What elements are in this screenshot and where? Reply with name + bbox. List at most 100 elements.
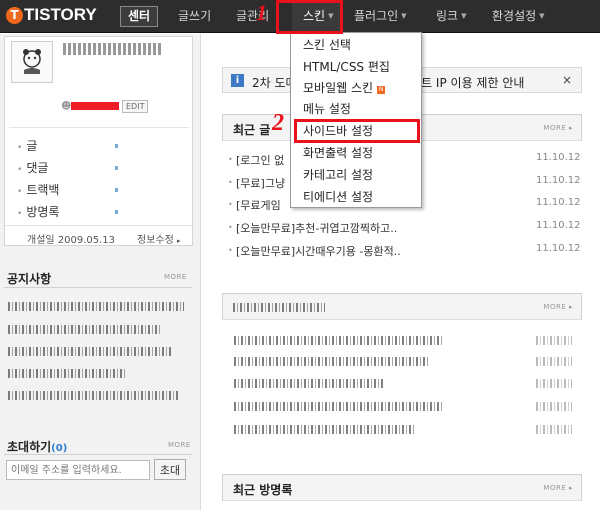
- menu-item-skin-select[interactable]: 스킨 선택: [303, 35, 351, 55]
- nav-settings-label: 환경설정: [492, 9, 537, 23]
- post-date: 11.10.12: [536, 152, 581, 163]
- menu-item-menu-settings[interactable]: 메뉴 설정: [303, 99, 351, 119]
- step-1-marker: 1: [256, 0, 267, 25]
- recent-guestbook-more-link[interactable]: MORE ▸: [543, 484, 573, 492]
- comment-date-redacted: [536, 379, 572, 388]
- chevron-down-icon: ▼: [461, 12, 467, 20]
- chevron-right-icon: ▸: [568, 484, 573, 492]
- tistory-logo-mark: T: [6, 6, 23, 24]
- nav-links[interactable]: 링크 ▼: [436, 0, 466, 33]
- invite-button[interactable]: 초대: [154, 459, 186, 480]
- tistory-logo-text: TISTORY: [24, 5, 97, 24]
- info-icon: i: [231, 74, 244, 87]
- recent-guestbook-header: 최근 방명록 MORE ▸: [223, 475, 581, 501]
- recent-guestbook-more-label: MORE: [543, 484, 567, 492]
- comment-item-redacted[interactable]: [234, 402, 444, 411]
- menu-item-display-settings[interactable]: 화면출력 설정: [303, 143, 373, 163]
- post-title: [로그인 없: [236, 154, 285, 167]
- tistory-logo[interactable]: T TISTORY: [6, 5, 97, 25]
- nav-settings[interactable]: 환경설정 ▼: [492, 0, 545, 33]
- list-item[interactable]: • [오늘만무료]추천-귀엽고깜찍하고.. 11.10.12: [228, 220, 581, 240]
- invite-title-label: 초대하기: [7, 440, 52, 454]
- menu-item-category-settings[interactable]: 카테고리 설정: [303, 165, 373, 185]
- stat-comments[interactable]: • 댓글: [17, 159, 48, 176]
- profile-box: ☻ EDIT • 글 • 댓글 • 트랙백 • 방명록 개설일 2009.05.13 정…: [4, 36, 193, 246]
- bullet-icon: •: [17, 209, 23, 219]
- notice-item-redacted[interactable]: [8, 369, 126, 378]
- recent-comments-more-link[interactable]: MORE ▸: [543, 303, 573, 311]
- divider: [9, 127, 189, 128]
- edit-button[interactable]: EDIT: [122, 100, 149, 113]
- comment-date-redacted: [536, 336, 572, 345]
- post-date: 11.10.12: [536, 243, 581, 254]
- notice-item-redacted[interactable]: [8, 325, 162, 334]
- invite-section-title: 초대하기(0): [7, 438, 67, 455]
- notice-more-link[interactable]: MORE: [164, 273, 187, 281]
- bullet-icon: •: [228, 223, 233, 232]
- comment-date-redacted: [536, 357, 572, 366]
- recent-comments-header: MORE ▸: [223, 294, 581, 320]
- comment-item-redacted[interactable]: [234, 336, 444, 345]
- invite-more-link[interactable]: MORE: [168, 441, 191, 449]
- stat-trackbacks[interactable]: • 트랙백: [17, 181, 59, 198]
- post-date: 11.10.12: [536, 197, 581, 208]
- recent-guestbook-title: 최근 방명록: [233, 483, 293, 497]
- chevron-right-icon: ▸: [568, 124, 573, 132]
- stat-guestbook-label: 방명록: [26, 205, 60, 219]
- recent-posts-title: 최근 글: [233, 123, 271, 137]
- bullet-icon: •: [228, 246, 233, 255]
- menu-item-mobile-skin[interactable]: 모바일웹 스킨 N: [303, 78, 386, 98]
- post-title: [오늘만무료]추천-귀엽고깜찍하고..: [236, 222, 398, 235]
- comment-item-redacted[interactable]: [234, 357, 430, 366]
- chevron-down-icon: ▼: [539, 12, 545, 20]
- owner-name-redacted: [71, 102, 119, 110]
- divider: [4, 454, 192, 455]
- invite-email-input[interactable]: [6, 460, 150, 480]
- bullet-icon: •: [228, 200, 233, 209]
- avatar[interactable]: [11, 41, 53, 83]
- close-icon[interactable]: ×: [562, 73, 572, 87]
- person-icon: ☻: [61, 101, 72, 112]
- chevron-right-icon: ▸: [568, 303, 573, 311]
- comment-item-redacted[interactable]: [234, 379, 384, 388]
- notice-item-redacted[interactable]: [8, 347, 172, 356]
- highlight-box-step-2: [294, 119, 420, 143]
- nav-center[interactable]: 센터: [120, 6, 159, 27]
- bullet-icon: •: [228, 155, 233, 164]
- nav-plugin-label: 플러그인: [354, 9, 399, 23]
- bullet-icon: •: [17, 187, 23, 197]
- stat-posts-label: 글: [26, 139, 38, 153]
- stat-guestbook[interactable]: • 방명록: [17, 203, 59, 220]
- stat-trackbacks-label: 트랙백: [26, 183, 60, 197]
- stat-trackbacks-value: [115, 188, 118, 192]
- bullet-icon: •: [17, 143, 23, 153]
- list-item[interactable]: • [오늘만무료]시간때우기용 -몽환적.. 11.10.12: [228, 243, 581, 263]
- post-date: 11.10.12: [536, 175, 581, 186]
- open-date: 개설일 2009.05.13: [27, 235, 116, 246]
- bullet-icon: •: [228, 178, 233, 187]
- highlight-box-step-1: [276, 0, 343, 34]
- comment-date-redacted: [536, 425, 572, 434]
- bullet-icon: •: [17, 165, 23, 175]
- new-badge: N: [377, 86, 386, 94]
- stat-comments-label: 댓글: [26, 161, 49, 175]
- recent-posts-more-link[interactable]: MORE ▸: [543, 124, 573, 132]
- comment-date-redacted: [536, 402, 572, 411]
- recent-guestbook-panel: 최근 방명록 MORE ▸: [222, 474, 582, 501]
- recent-comments-more-label: MORE: [543, 303, 567, 311]
- notice-item-redacted[interactable]: [8, 391, 178, 400]
- notice-item-redacted[interactable]: [8, 302, 184, 311]
- menu-item-tedition-settings[interactable]: 티에디션 설정: [303, 187, 373, 207]
- step-2-marker: 2: [272, 110, 284, 136]
- nav-write[interactable]: 글쓰기: [178, 0, 211, 33]
- divider: [4, 287, 192, 288]
- comment-item-redacted[interactable]: [234, 425, 414, 434]
- post-title: [무료게임: [236, 199, 281, 212]
- chevron-down-icon: ▼: [401, 12, 407, 20]
- stat-posts[interactable]: • 글: [17, 137, 37, 154]
- post-date: 11.10.12: [536, 220, 581, 231]
- nav-plugin[interactable]: 플러그인 ▼: [354, 0, 407, 33]
- menu-item-html-css-edit[interactable]: HTML/CSS 편집: [303, 57, 390, 77]
- invite-count: (0): [51, 443, 68, 454]
- info-edit-link[interactable]: 정보수정 ▸: [137, 231, 181, 246]
